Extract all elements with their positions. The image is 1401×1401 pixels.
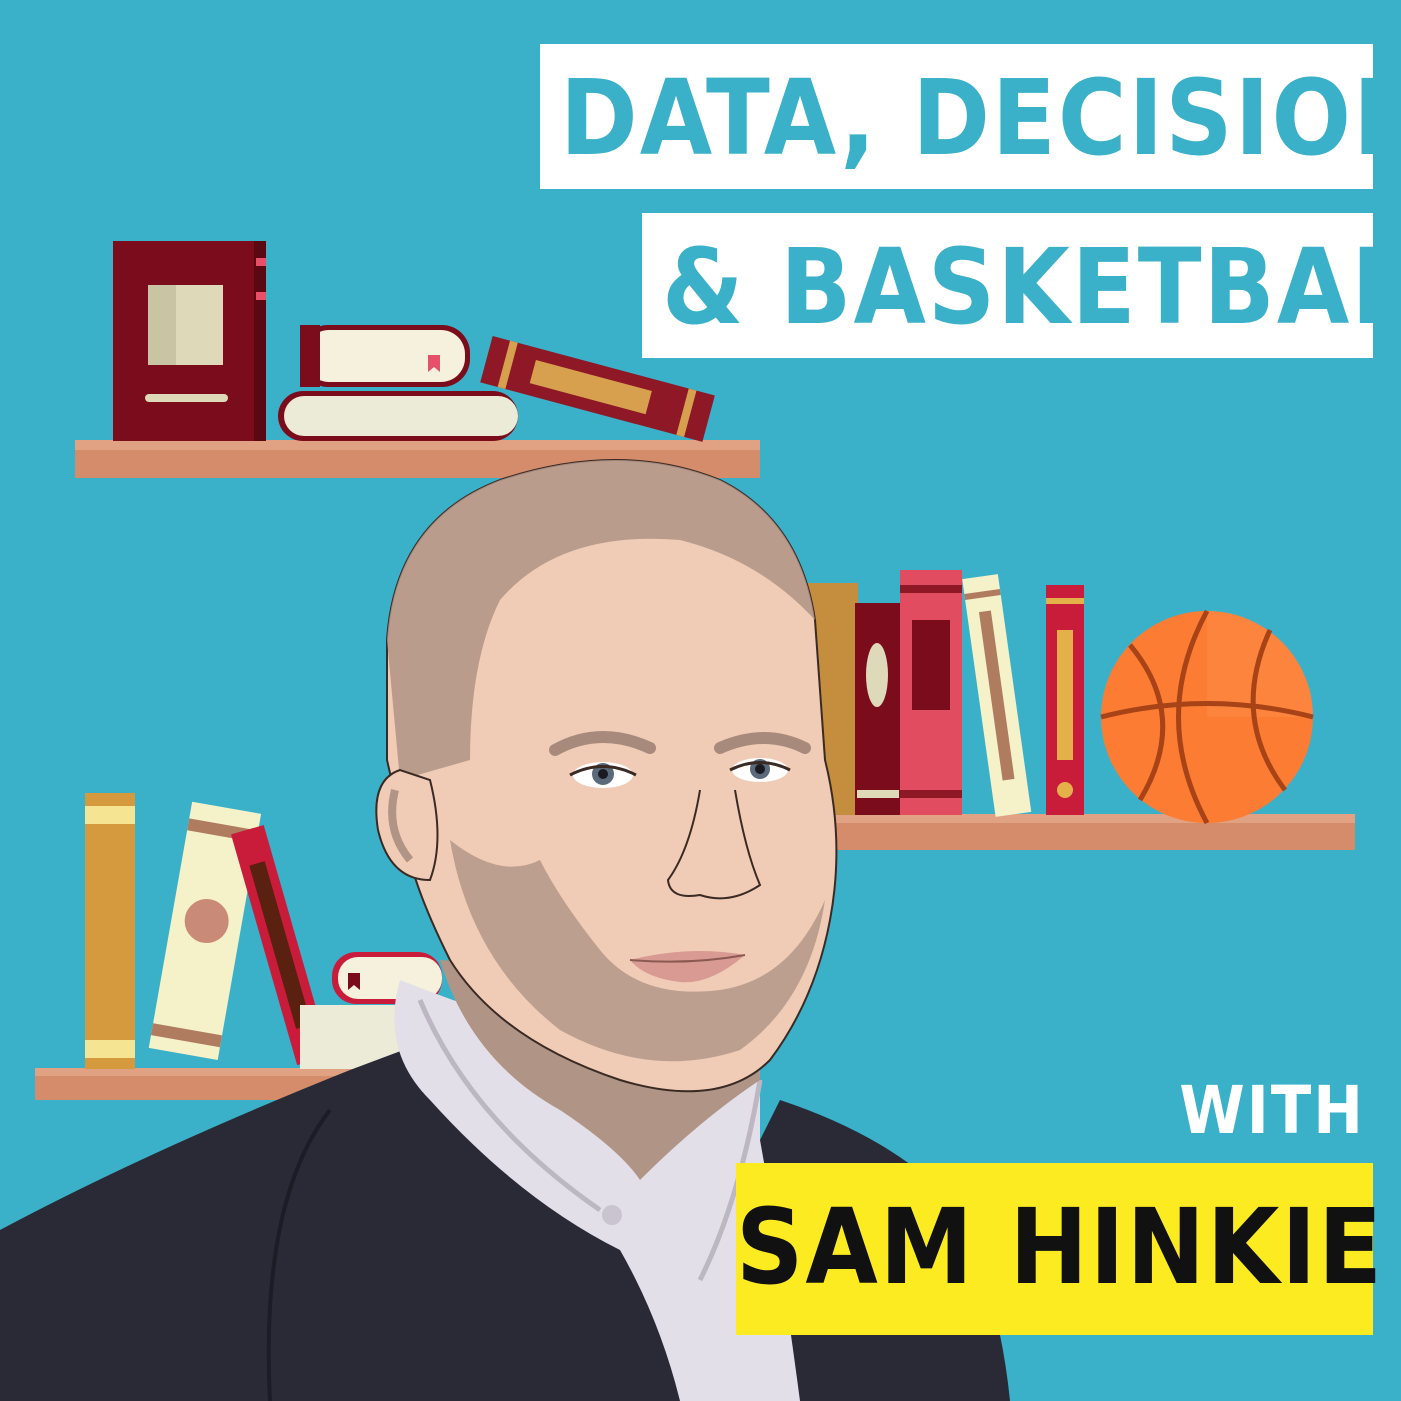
- basketball-icon: [1100, 609, 1314, 825]
- guest-name: SAM HINKIE: [736, 1186, 1385, 1308]
- title-line-1-text: DATA, DECISIONS: [560, 57, 1401, 179]
- book-stack-icon: [278, 325, 518, 441]
- book-row-icon: [790, 570, 1084, 817]
- podcast-cover: DATA, DECISIONS & BASKETBALL WITH SAM HI…: [0, 0, 1401, 1401]
- book-icon: [113, 241, 266, 441]
- guest-name-badge: SAM HINKIE: [736, 1163, 1382, 1335]
- with-label: WITH: [1179, 1072, 1365, 1149]
- title-line-1: DATA, DECISIONS: [540, 44, 1401, 189]
- middle-shelf: [780, 814, 1355, 850]
- title-line-2: & BASKETBALL: [642, 213, 1401, 358]
- title-line-2-text: & BASKETBALL: [662, 226, 1401, 348]
